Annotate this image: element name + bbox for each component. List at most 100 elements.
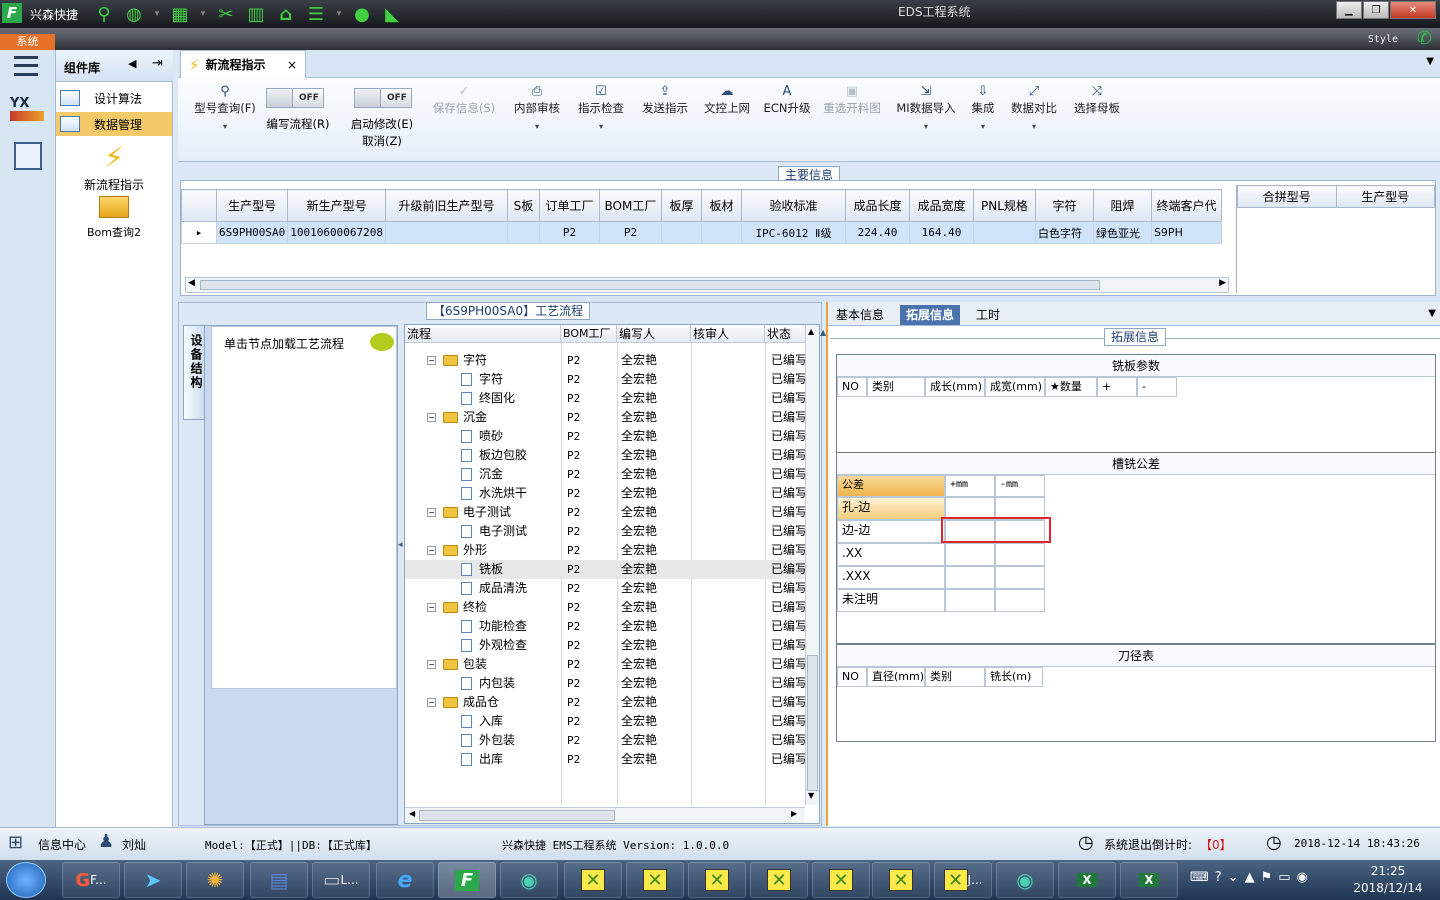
start-button[interactable]: [6, 862, 46, 898]
edit-flow-toggle[interactable]: OFF: [266, 88, 324, 108]
tree-row[interactable]: 外包装 P2 全宏艳 已编写: [405, 731, 805, 750]
col-header[interactable]: 成品宽度: [908, 189, 974, 222]
keyboard-icon[interactable]: ⌨: [1190, 870, 1209, 885]
internal-review-button[interactable]: ⎙ 内部审核 ▾: [510, 84, 564, 131]
collapse-icon[interactable]: −: [427, 660, 436, 669]
comp-item-design-algorithm[interactable]: 设计算法: [56, 86, 172, 110]
select-master-button[interactable]: ⤨ 选择母板: [1070, 84, 1124, 116]
collapse-icon[interactable]: −: [427, 413, 436, 422]
close-tab-icon[interactable]: ×: [287, 58, 297, 72]
tree-row[interactable]: 沉金 P2 全宏艳 已编写: [405, 465, 805, 484]
table-cell[interactable]: 224.40: [844, 221, 910, 244]
factory-icon[interactable]: ⌂: [274, 2, 298, 26]
toggle-switch[interactable]: OFF: [354, 88, 412, 108]
start-modify-toggle[interactable]: OFF: [354, 88, 412, 108]
col-header[interactable]: S板: [506, 189, 540, 222]
tab-extended-info[interactable]: 拓展信息: [900, 305, 961, 325]
tree-row[interactable]: 板边包胶 P2 全宏艳 已编写: [405, 446, 805, 465]
minimize-button[interactable]: ▁: [1336, 1, 1362, 19]
tree-row[interactable]: − 成品仓 P2 全宏艳 已编写: [405, 693, 805, 712]
col-header[interactable]: 成长(mm): [925, 377, 985, 397]
horizontal-scrollbar[interactable]: ◀ ▶: [405, 807, 805, 823]
col-header[interactable]: 板材: [700, 189, 742, 222]
col-header[interactable]: BOM工厂: [561, 325, 617, 343]
tree-row[interactable]: − 包装 P2 全宏艳 已编写: [405, 655, 805, 674]
dropdown-arrow-icon[interactable]: ▾: [152, 2, 162, 26]
table-cell[interactable]: 164.40: [908, 221, 974, 244]
table-cell[interactable]: P2: [598, 221, 662, 244]
task-app-16[interactable]: ◉: [996, 862, 1054, 898]
task-app-9[interactable]: ✕: [564, 862, 622, 898]
col-header[interactable]: 升级前旧生产型号: [384, 189, 508, 222]
col-header[interactable]: +: [1097, 377, 1137, 397]
tree-row[interactable]: 出库 P2 全宏艳 已编写: [405, 750, 805, 769]
equipment-structure-tab[interactable]: 设备结构: [183, 325, 205, 420]
task-app-13[interactable]: ✕: [812, 862, 870, 898]
col-header[interactable]: BOM工厂: [598, 189, 662, 222]
col-header[interactable]: 流程: [405, 325, 561, 343]
task-app-3[interactable]: ✺: [186, 862, 244, 898]
col-header[interactable]: PNL规格: [972, 189, 1036, 222]
task-app-14[interactable]: ✕: [872, 862, 930, 898]
integrate-button[interactable]: ⇩ 集成 ▾: [966, 84, 1000, 131]
table-cell[interactable]: [660, 221, 702, 244]
flag-icon[interactable]: ⚑: [1261, 870, 1273, 885]
close-window-button[interactable]: ✕: [1390, 1, 1436, 19]
col-header[interactable]: 成品长度: [844, 189, 910, 222]
col-header[interactable]: 核审人: [691, 325, 765, 343]
horizontal-scrollbar[interactable]: ◀ ▶: [185, 277, 1229, 293]
tree-row[interactable]: 电子测试 P2 全宏艳 已编写: [405, 522, 805, 541]
tree-row[interactable]: − 终检 P2 全宏艳 已编写: [405, 598, 805, 617]
table-cell[interactable]: 10010600067208: [287, 221, 386, 244]
globe-icon[interactable]: ◍: [122, 2, 146, 26]
task-app-11[interactable]: ✕: [688, 862, 746, 898]
col-header[interactable]: 成宽(mm): [985, 377, 1045, 397]
help-icon[interactable]: ?: [1215, 870, 1222, 885]
chart-icon[interactable]: ◣: [380, 2, 404, 26]
col-header[interactable]: 编写人: [617, 325, 691, 343]
tree-row[interactable]: 字符 P2 全宏艳 已编写: [405, 370, 805, 389]
tree-row[interactable]: 入库 P2 全宏艳 已编写: [405, 712, 805, 731]
dropdown-arrow-icon[interactable]: ▾: [334, 2, 344, 26]
tolerance-input[interactable]: [995, 543, 1045, 566]
col-header[interactable]: 阻焊: [1092, 189, 1152, 222]
table-cell[interactable]: [700, 221, 742, 244]
ecn-upgrade-button[interactable]: A ECN升级: [762, 84, 812, 116]
col-header[interactable]: 新生产型号: [287, 189, 386, 222]
scroll-right-icon[interactable]: ▶: [791, 809, 797, 818]
collapse-icon[interactable]: −: [427, 603, 436, 612]
film-icon[interactable]: ▥: [244, 2, 268, 26]
search-icon[interactable]: ⚲: [92, 2, 116, 26]
style-menu[interactable]: Style: [1368, 34, 1398, 45]
calculator-nav-icon[interactable]: [14, 142, 42, 170]
col-header[interactable]: 订单工厂: [538, 189, 600, 222]
tolerance-input[interactable]: [945, 566, 995, 589]
tree-row[interactable]: 外观检查 P2 全宏艳 已编写: [405, 636, 805, 655]
system-tab[interactable]: 系统: [0, 34, 55, 50]
col-header[interactable]: -: [1137, 377, 1177, 397]
task-app-ie[interactable]: e: [376, 862, 434, 898]
tree-row[interactable]: 内包装 P2 全宏艳 已编写: [405, 674, 805, 693]
tree-row[interactable]: 喷砂 P2 全宏艳 已编写: [405, 427, 805, 446]
scroll-thumb[interactable]: [419, 810, 615, 821]
tree-row[interactable]: 终固化 P2 全宏艳 已编写: [405, 389, 805, 408]
save-info-button[interactable]: ✓ 保存信息(S): [428, 84, 500, 116]
vertical-scrollbar[interactable]: ▲ ▼: [805, 325, 819, 805]
tree-row[interactable]: − 沉金 P2 全宏艳 已编写: [405, 408, 805, 427]
task-app-4[interactable]: ▤: [250, 862, 308, 898]
table-cell[interactable]: 绿色亚光: [1092, 221, 1152, 244]
table-cell[interactable]: [972, 221, 1036, 244]
scroll-left-icon[interactable]: ◀: [188, 278, 195, 288]
grid-icon[interactable]: ▦: [168, 2, 192, 26]
info-center-link[interactable]: 信息中心: [38, 836, 86, 853]
chevron-up-icon[interactable]: ▲: [1245, 870, 1255, 885]
col-header[interactable]: 板厚: [660, 189, 702, 222]
collapse-icon[interactable]: −: [427, 698, 436, 707]
mi-import-button[interactable]: ⇲ MI数据导入 ▾: [894, 84, 958, 131]
scroll-right-icon[interactable]: ▶: [1219, 278, 1226, 288]
tree-row[interactable]: − 外形 P2 全宏艳 已编写: [405, 541, 805, 560]
scroll-thumb[interactable]: [807, 655, 818, 791]
list-icon[interactable]: ☰: [304, 2, 328, 26]
col-header[interactable]: NO: [837, 667, 867, 687]
task-app-f[interactable]: G F...: [62, 862, 120, 898]
